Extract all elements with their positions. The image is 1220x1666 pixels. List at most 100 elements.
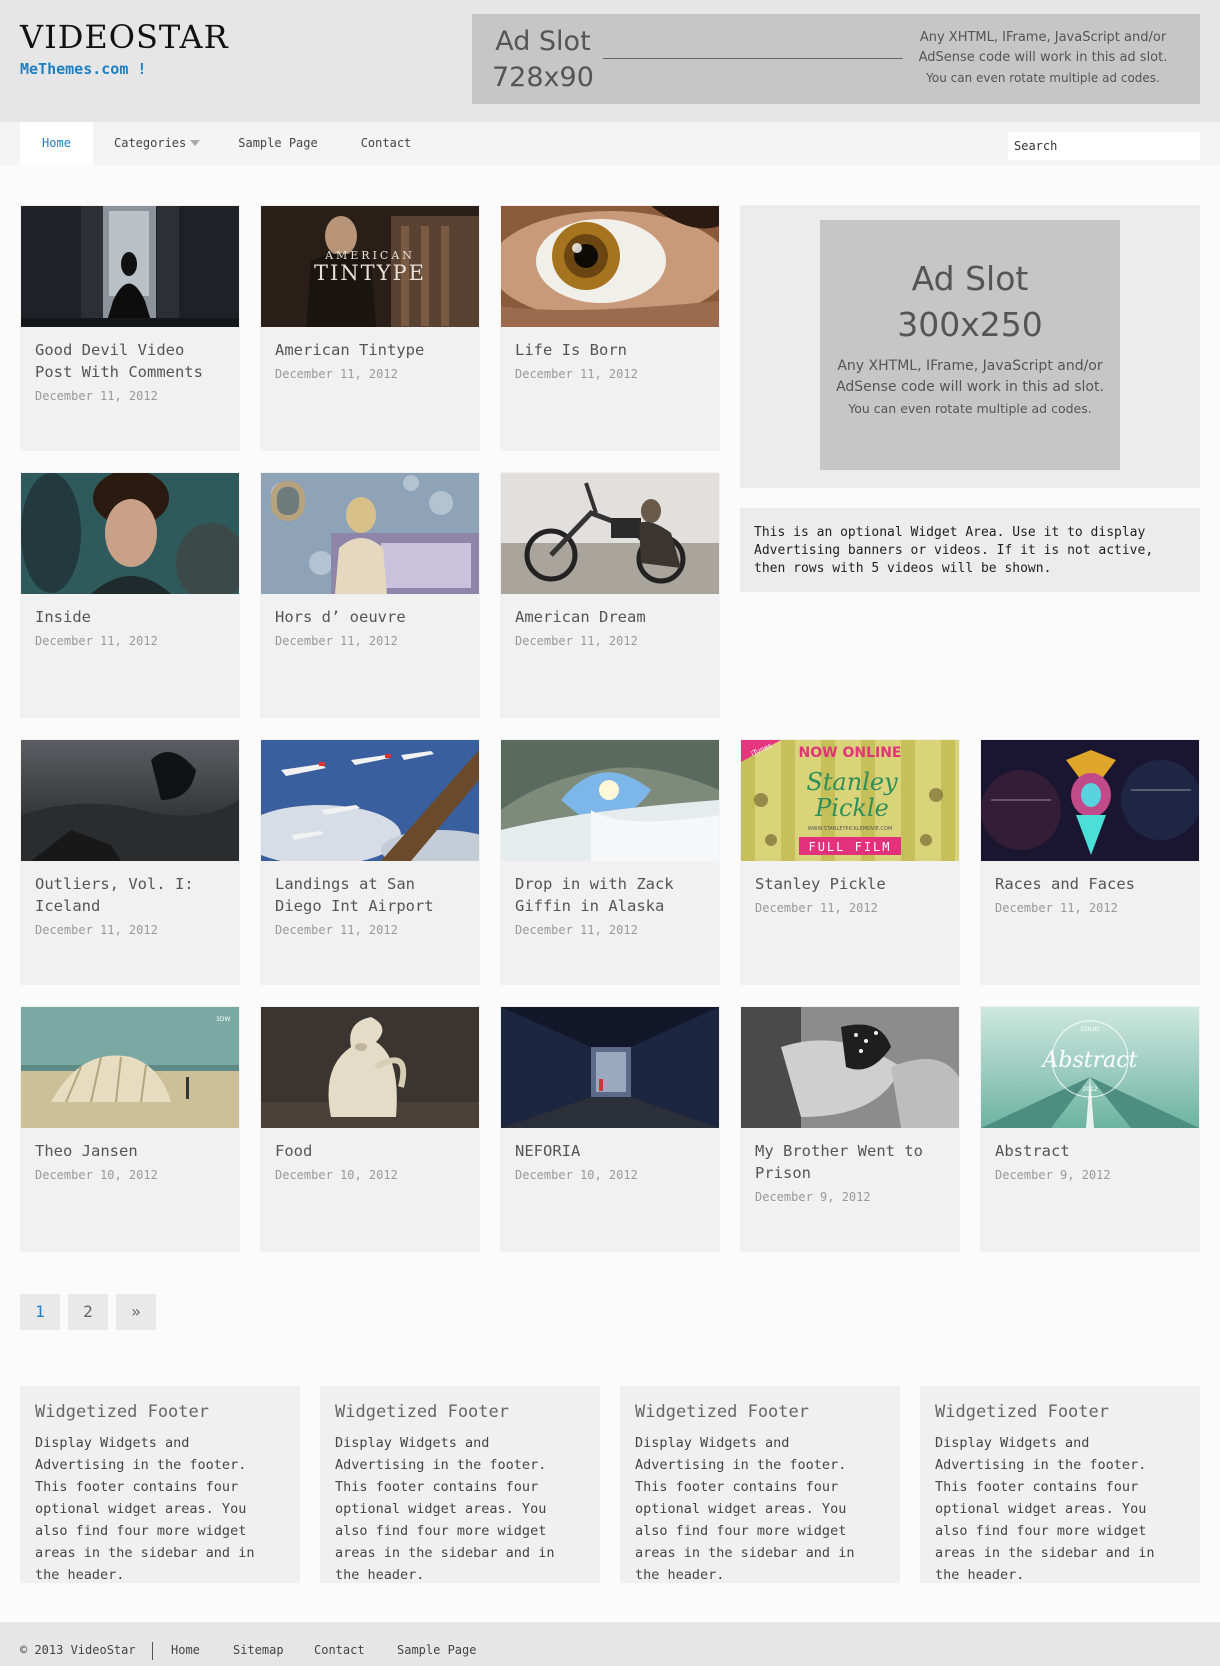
video-date: December 11, 2012 bbox=[995, 901, 1118, 915]
footer-widget-text: Display Widgets and Advertising in the f… bbox=[935, 1435, 1155, 1583]
video-title[interactable]: Races and Faces bbox=[995, 873, 1190, 895]
video-title[interactable]: Drop in with Zack Giffin in Alaska bbox=[515, 873, 710, 917]
video-title[interactable]: American Tintype bbox=[275, 339, 470, 361]
video-title[interactable]: Stanley Pickle bbox=[755, 873, 950, 895]
nav-categories[interactable]: Categories bbox=[114, 122, 200, 165]
footer-widget-title: Widgetized Footer bbox=[935, 1402, 1109, 1422]
video-thumbnail[interactable] bbox=[501, 473, 719, 594]
video-card[interactable]: My Brother Went to Prison December 9, 20… bbox=[740, 1006, 960, 1252]
footer-link-sample-page[interactable]: Sample Page bbox=[397, 1622, 476, 1666]
search-input[interactable] bbox=[1008, 132, 1200, 160]
video-card[interactable]: Food December 10, 2012 bbox=[260, 1006, 480, 1252]
video-title[interactable]: My Brother Went to Prison bbox=[755, 1140, 950, 1184]
footer-widget-text: Display Widgets and Advertising in the f… bbox=[635, 1435, 855, 1583]
video-date: December 11, 2012 bbox=[275, 367, 398, 381]
video-title[interactable]: Theo Jansen bbox=[35, 1140, 230, 1162]
video-thumbnail[interactable] bbox=[21, 206, 239, 327]
video-thumbnail[interactable]: AMERICAN TINTYPE bbox=[261, 206, 479, 327]
video-date: December 11, 2012 bbox=[275, 634, 398, 648]
svg-text:NOW ONLINE: NOW ONLINE bbox=[799, 745, 902, 761]
footer-link-contact[interactable]: Contact bbox=[314, 1622, 365, 1666]
svg-text:Abstract: Abstract bbox=[1041, 1048, 1138, 1073]
video-card[interactable]: Outliers, Vol. I: Iceland December 11, 2… bbox=[20, 739, 240, 985]
video-card[interactable]: Races and Faces December 11, 2012 bbox=[980, 739, 1200, 985]
video-thumbnail[interactable] bbox=[261, 1007, 479, 1128]
video-thumbnail[interactable] bbox=[501, 1007, 719, 1128]
video-title[interactable]: Abstract bbox=[995, 1140, 1190, 1162]
video-card[interactable]: Drop in with Zack Giffin in Alaska Decem… bbox=[500, 739, 720, 985]
svg-text:FULL FILM: FULL FILM bbox=[808, 840, 891, 854]
footer-widget: Widgetized Footer Display Widgets and Ad… bbox=[620, 1386, 900, 1583]
sidebar-ad-widget: Ad Slot 300x250 Any XHTML, IFrame, JavaS… bbox=[740, 205, 1200, 488]
video-thumbnail[interactable] bbox=[21, 473, 239, 594]
site-tagline: MeThemes.com ! bbox=[20, 60, 147, 78]
video-thumbnail[interactable]: 3DW bbox=[21, 1007, 239, 1128]
footer-link-home[interactable]: Home bbox=[171, 1622, 200, 1666]
video-date: December 11, 2012 bbox=[35, 923, 158, 937]
nav-categories-label: Categories bbox=[114, 136, 187, 150]
video-title[interactable]: Food bbox=[275, 1140, 470, 1162]
footer-link-sitemap[interactable]: Sitemap bbox=[233, 1622, 284, 1666]
ad-description: Any XHTML, IFrame, JavaScript and/or AdS… bbox=[918, 30, 1168, 85]
page-2-button[interactable]: 2 bbox=[68, 1294, 108, 1330]
video-title[interactable]: Hors d’ oeuvre bbox=[275, 606, 470, 628]
site-logo[interactable]: VIDEOSTAR bbox=[20, 18, 229, 56]
footer-widget-title: Widgetized Footer bbox=[635, 1402, 809, 1422]
video-card[interactable]: Hors d’ oeuvre December 11, 2012 bbox=[260, 472, 480, 718]
ad-size-label: Ad Slot 728x90 bbox=[492, 26, 594, 93]
video-title[interactable]: Outliers, Vol. I: Iceland bbox=[35, 873, 230, 917]
video-date: December 11, 2012 bbox=[755, 901, 878, 915]
video-card[interactable]: EDLIO Abstract 2012 Abstract December 9,… bbox=[980, 1006, 1200, 1252]
video-card[interactable]: AMERICAN TINTYPE American Tintype Decemb… bbox=[260, 205, 480, 451]
video-thumbnail[interactable] bbox=[501, 740, 719, 861]
video-date: December 11, 2012 bbox=[35, 634, 158, 648]
sidebar-text-widget: This is an optional Widget Area. Use it … bbox=[740, 508, 1200, 592]
video-card[interactable]: Landings at San Diego Int Airport Decemb… bbox=[260, 739, 480, 985]
nav-home[interactable]: Home bbox=[20, 122, 93, 165]
page-1-button[interactable]: 1 bbox=[20, 1294, 60, 1330]
video-thumbnail[interactable]: iTunes NOW ONLINE Stanley Pickle WWW.STA… bbox=[741, 740, 959, 861]
footer-divider bbox=[152, 1642, 153, 1660]
ad-slot-728x90[interactable]: Ad Slot 728x90 Any XHTML, IFrame, JavaSc… bbox=[472, 14, 1200, 104]
video-date: December 11, 2012 bbox=[515, 367, 638, 381]
video-thumbnail[interactable] bbox=[21, 740, 239, 861]
video-card[interactable]: Inside December 11, 2012 bbox=[20, 472, 240, 718]
video-title[interactable]: Good Devil Video Post With Comments bbox=[35, 339, 230, 383]
video-date: December 11, 2012 bbox=[35, 389, 158, 403]
nav-contact[interactable]: Contact bbox=[360, 122, 412, 165]
video-date: December 9, 2012 bbox=[755, 1190, 871, 1204]
video-title[interactable]: Inside bbox=[35, 606, 230, 628]
copyright-text: © 2013 VideoStar bbox=[20, 1643, 136, 1657]
video-card[interactable]: Good Devil Video Post With Comments Dece… bbox=[20, 205, 240, 451]
video-title[interactable]: American Dream bbox=[515, 606, 710, 628]
footer-widget-text: Display Widgets and Advertising in the f… bbox=[335, 1435, 555, 1583]
video-thumbnail[interactable]: EDLIO Abstract 2012 bbox=[981, 1007, 1199, 1128]
video-card[interactable]: iTunes NOW ONLINE Stanley Pickle WWW.STA… bbox=[740, 739, 960, 985]
footer-widget: Widgetized Footer Display Widgets and Ad… bbox=[20, 1386, 300, 1583]
video-thumbnail[interactable] bbox=[261, 740, 479, 861]
next-page-button[interactable]: » bbox=[116, 1294, 156, 1330]
video-thumbnail[interactable] bbox=[981, 740, 1199, 861]
main-nav: Home Categories Sample Page Contact bbox=[0, 122, 1220, 165]
video-thumbnail[interactable] bbox=[261, 473, 479, 594]
video-title[interactable]: Life Is Born bbox=[515, 339, 710, 361]
video-card[interactable]: 3DW Theo Jansen December 10, 2012 bbox=[20, 1006, 240, 1252]
svg-text:2012: 2012 bbox=[1082, 1086, 1097, 1093]
video-title[interactable]: Landings at San Diego Int Airport bbox=[275, 873, 470, 917]
svg-text:TINTYPE: TINTYPE bbox=[314, 261, 426, 285]
site-footer-bar: © 2013 VideoStar Home Sitemap Contact Sa… bbox=[0, 1622, 1220, 1666]
ad-size-label: Ad Slot 300x250 bbox=[897, 259, 1043, 344]
video-thumbnail[interactable] bbox=[741, 1007, 959, 1128]
video-date: December 11, 2012 bbox=[515, 923, 638, 937]
video-card[interactable]: Life Is Born December 11, 2012 bbox=[500, 205, 720, 451]
nav-sample-page[interactable]: Sample Page bbox=[238, 122, 318, 165]
svg-text:Pickle: Pickle bbox=[814, 794, 889, 822]
footer-widget: Widgetized Footer Display Widgets and Ad… bbox=[320, 1386, 600, 1583]
video-title[interactable]: NEFORIA bbox=[515, 1140, 710, 1162]
ad-slot-300x250[interactable]: Ad Slot 300x250 Any XHTML, IFrame, JavaS… bbox=[820, 220, 1120, 470]
ad-description: Any XHTML, IFrame, JavaScript and/or AdS… bbox=[836, 358, 1104, 416]
video-date: December 11, 2012 bbox=[275, 923, 398, 937]
video-thumbnail[interactable] bbox=[501, 206, 719, 327]
video-card[interactable]: NEFORIA December 10, 2012 bbox=[500, 1006, 720, 1252]
video-card[interactable]: American Dream December 11, 2012 bbox=[500, 472, 720, 718]
